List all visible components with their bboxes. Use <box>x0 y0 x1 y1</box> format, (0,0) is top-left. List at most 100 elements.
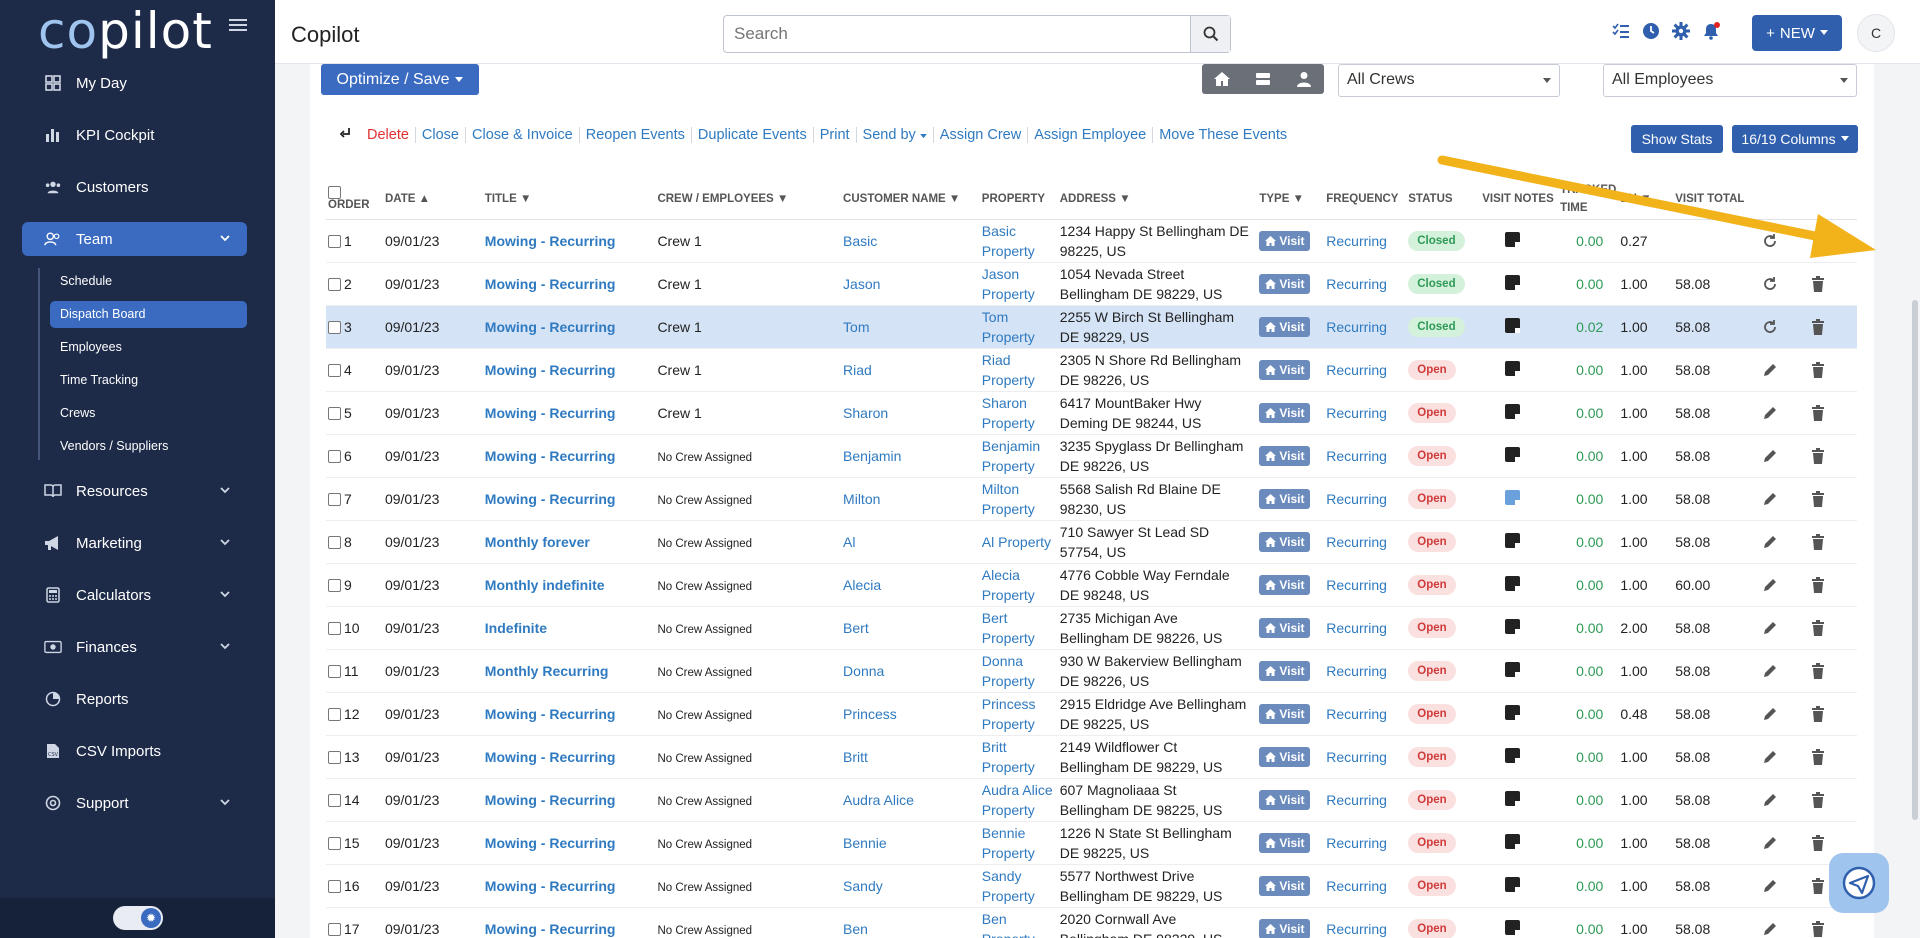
pencil-icon[interactable] <box>1761 662 1779 680</box>
cell-title[interactable]: Mowing - Recurring <box>482 907 656 938</box>
sticky-note-icon[interactable] <box>1505 747 1521 763</box>
sidebar-subitem-employees[interactable]: Employees <box>50 334 247 361</box>
cell-notes[interactable] <box>1480 778 1559 822</box>
delete-action[interactable]: Delete <box>361 127 415 143</box>
cell-title[interactable]: Mowing - Recurring <box>482 821 656 865</box>
header-visit-total[interactable]: VISIT TOTAL <box>1673 179 1760 220</box>
cell-notes[interactable] <box>1480 477 1559 521</box>
sidebar-item-team[interactable]: Team <box>22 222 247 256</box>
sidebar-subitem-dispatch-board[interactable]: Dispatch Board <box>50 301 247 328</box>
search-button[interactable] <box>1190 16 1230 52</box>
send-by-action[interactable]: Send by <box>855 127 933 143</box>
sticky-note-icon[interactable] <box>1505 704 1521 720</box>
cell-customer[interactable]: Tom <box>841 305 980 349</box>
trash-icon[interactable] <box>1809 791 1827 809</box>
sticky-note-icon[interactable] <box>1505 489 1521 505</box>
gear-icon[interactable] <box>1672 22 1690 40</box>
refresh-icon[interactable] <box>1761 232 1779 250</box>
sidebar-item-reports[interactable]: Reports <box>22 682 247 716</box>
cell-frequency[interactable]: Recurring <box>1324 305 1407 349</box>
row-checkbox[interactable] <box>328 794 341 808</box>
sticky-note-icon[interactable] <box>1505 231 1521 247</box>
cell-frequency[interactable]: Recurring <box>1324 520 1407 564</box>
cell-property[interactable]: Tom Property <box>979 305 1058 349</box>
cell-frequency[interactable]: Recurring <box>1324 821 1407 865</box>
sticky-note-icon[interactable] <box>1505 919 1521 935</box>
crews-select[interactable]: All Crews <box>1338 64 1560 97</box>
cell-title[interactable]: Mowing - Recurring <box>482 477 656 521</box>
employees-select[interactable]: All Employees <box>1603 64 1857 97</box>
assign-employee-action[interactable]: Assign Employee <box>1027 127 1152 143</box>
refresh-icon[interactable] <box>1761 318 1779 336</box>
row-checkbox[interactable] <box>328 708 341 722</box>
cell-customer[interactable]: Princess <box>841 692 980 736</box>
table-row[interactable]: 9 09/01/23 Monthly indefinite No Crew Assig… <box>326 563 1857 607</box>
bell-icon[interactable] <box>1702 22 1720 40</box>
pencil-icon[interactable] <box>1761 877 1779 895</box>
header-date[interactable]: DATE ▲ <box>382 179 483 220</box>
refresh-icon[interactable] <box>1761 275 1779 293</box>
sticky-note-icon[interactable] <box>1505 532 1521 548</box>
trash-icon[interactable] <box>1809 576 1827 594</box>
cell-notes[interactable] <box>1480 692 1559 736</box>
sticky-note-icon[interactable] <box>1505 575 1521 591</box>
sticky-note-icon[interactable] <box>1505 274 1521 290</box>
table-row[interactable]: 7 09/01/23 Mowing - Recurring No Crew Assig… <box>326 477 1857 521</box>
show-stats-button[interactable]: Show Stats <box>1631 125 1723 153</box>
sidebar-subitem-schedule[interactable]: Schedule <box>50 268 247 295</box>
header-frequency[interactable]: FREQUENCY <box>1324 179 1407 220</box>
clock-icon[interactable] <box>1642 22 1660 40</box>
cell-title[interactable]: Mowing - Recurring <box>482 305 656 349</box>
close-action[interactable]: Close <box>414 127 465 143</box>
cell-notes[interactable] <box>1480 391 1559 435</box>
cell-customer[interactable]: Al <box>841 520 980 564</box>
cell-frequency[interactable]: Recurring <box>1324 907 1407 938</box>
cell-customer[interactable]: Donna <box>841 649 980 693</box>
sidebar-item-marketing[interactable]: Marketing <box>22 526 247 560</box>
cell-property[interactable]: Donna Property <box>979 649 1058 693</box>
sidebar-item-finances[interactable]: Finances <box>22 630 247 664</box>
cell-notes[interactable] <box>1480 606 1559 650</box>
sticky-note-icon[interactable] <box>1505 360 1521 376</box>
cell-customer[interactable]: Basic <box>841 219 980 263</box>
sidebar-subitem-crews[interactable]: Crews <box>50 400 247 427</box>
row-checkbox[interactable] <box>328 880 341 894</box>
table-row[interactable]: 17 09/01/23 Mowing - Recurring No Crew Assi… <box>326 907 1857 938</box>
trash-icon[interactable] <box>1809 705 1827 723</box>
sticky-note-icon[interactable] <box>1505 790 1521 806</box>
avatar[interactable]: C <box>1857 14 1895 52</box>
cell-frequency[interactable]: Recurring <box>1324 434 1407 478</box>
undo-arrow-icon[interactable] <box>339 127 353 143</box>
row-checkbox[interactable] <box>328 364 341 378</box>
checklist-icon[interactable] <box>1612 22 1630 40</box>
table-row[interactable]: 11 09/01/23 Monthly Recurring No Crew Assig… <box>326 649 1857 693</box>
pencil-icon[interactable] <box>1761 533 1779 551</box>
sticky-note-icon[interactable] <box>1505 876 1521 892</box>
cell-title[interactable]: Monthly Recurring <box>482 649 656 693</box>
cell-notes[interactable] <box>1480 434 1559 478</box>
cell-notes[interactable] <box>1480 348 1559 392</box>
trash-icon[interactable] <box>1809 533 1827 551</box>
sidebar-item-customers[interactable]: Customers <box>22 170 247 204</box>
cell-frequency[interactable]: Recurring <box>1324 606 1407 650</box>
pencil-icon[interactable] <box>1761 576 1779 594</box>
table-row[interactable]: 15 09/01/23 Mowing - Recurring No Crew Assi… <box>326 821 1857 865</box>
cell-property[interactable]: Milton Property <box>979 477 1058 521</box>
cell-notes[interactable] <box>1480 520 1559 564</box>
header-tracked-time[interactable]: TRACKED TIME <box>1558 179 1619 220</box>
cell-title[interactable]: Monthly forever <box>482 520 656 564</box>
cell-notes[interactable] <box>1480 649 1559 693</box>
cell-title[interactable]: Mowing - Recurring <box>482 692 656 736</box>
sidebar-item-kpi-cockpit[interactable]: KPI Cockpit <box>22 118 247 152</box>
row-checkbox[interactable] <box>328 665 341 679</box>
sidebar-item-calculators[interactable]: Calculators <box>22 578 247 612</box>
row-checkbox[interactable] <box>328 450 341 464</box>
sidebar-item-resources[interactable]: Resources <box>22 474 247 508</box>
trash-icon[interactable] <box>1809 662 1827 680</box>
print-action[interactable]: Print <box>812 127 856 143</box>
cell-title[interactable]: Mowing - Recurring <box>482 348 656 392</box>
trash-icon[interactable] <box>1809 834 1827 852</box>
cell-title[interactable]: Mowing - Recurring <box>482 864 656 908</box>
cell-notes[interactable] <box>1480 305 1559 349</box>
duplicate-events-action[interactable]: Duplicate Events <box>690 127 813 143</box>
